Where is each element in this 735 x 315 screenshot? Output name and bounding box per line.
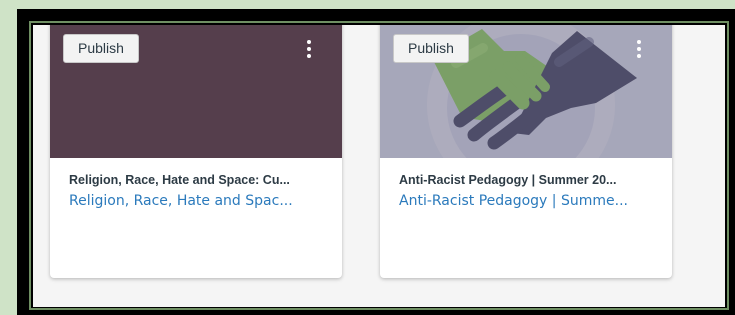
course-dashboard-canvas: Publish Religion, Race, Hate and Space: … bbox=[33, 25, 725, 307]
course-card-options-button[interactable] bbox=[300, 35, 318, 63]
kebab-vertical-icon bbox=[307, 39, 311, 59]
course-card-hero: Publish bbox=[380, 25, 672, 158]
publish-button[interactable]: Publish bbox=[63, 34, 139, 63]
course-link[interactable]: Religion, Race, Hate and Spac... bbox=[69, 191, 322, 211]
course-card-body: Religion, Race, Hate and Space: Cu... Re… bbox=[50, 158, 342, 211]
publish-button[interactable]: Publish bbox=[393, 34, 469, 63]
course-card-anti-racist-pedagogy[interactable]: Publish Anti-Racist Pedagogy | Summer 20… bbox=[380, 25, 672, 278]
course-card-hero: Publish bbox=[50, 25, 342, 158]
screenshot-frame: Publish Religion, Race, Hate and Space: … bbox=[17, 9, 735, 315]
course-title: Religion, Race, Hate and Space: Cu... bbox=[69, 173, 290, 187]
kebab-vertical-icon bbox=[637, 39, 641, 59]
course-card-options-button[interactable] bbox=[630, 35, 648, 63]
course-link[interactable]: Anti-Racist Pedagogy | Summe... bbox=[399, 191, 652, 211]
course-card-body: Anti-Racist Pedagogy | Summer 20... Anti… bbox=[380, 158, 672, 211]
course-title: Anti-Racist Pedagogy | Summer 20... bbox=[399, 173, 617, 187]
course-card-religion-race[interactable]: Publish Religion, Race, Hate and Space: … bbox=[50, 25, 342, 278]
